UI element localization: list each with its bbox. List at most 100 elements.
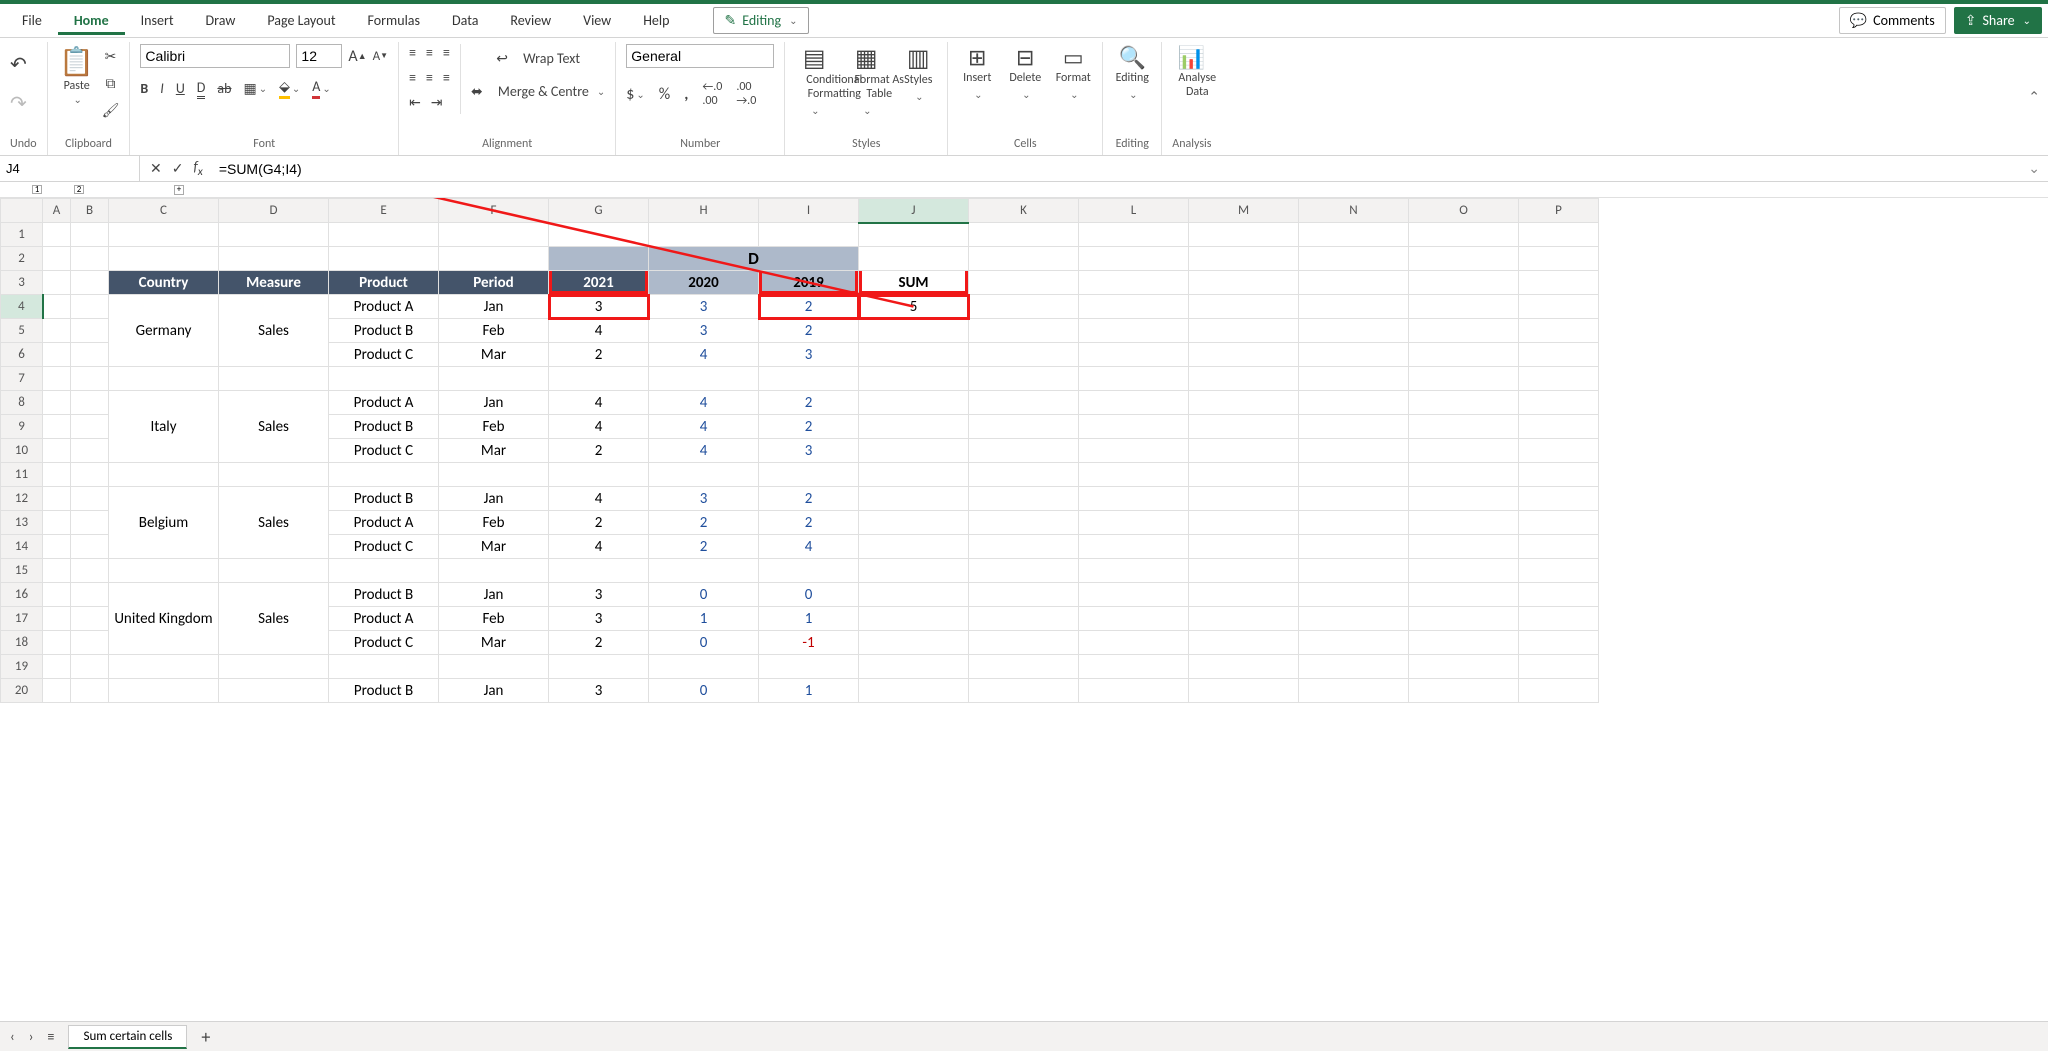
cell[interactable]: [759, 223, 859, 247]
cell[interactable]: [1299, 415, 1409, 439]
cell[interactable]: [1409, 271, 1519, 295]
cell[interactable]: [1079, 655, 1189, 679]
cell[interactable]: 4: [759, 535, 859, 559]
cell[interactable]: [1189, 463, 1299, 487]
paste-button[interactable]: 📋: [59, 44, 94, 79]
table-header[interactable]: 2020: [649, 271, 759, 295]
cell[interactable]: [43, 655, 71, 679]
cell[interactable]: [859, 607, 969, 631]
cell[interactable]: [1189, 535, 1299, 559]
row-header-2[interactable]: 2: [1, 247, 43, 271]
cell[interactable]: 0: [649, 679, 759, 703]
cell[interactable]: 2: [549, 631, 649, 655]
worksheet-grid[interactable]: ABCDEFGHIJKLMNOP12D3CountryMeasureProduc…: [0, 198, 2048, 703]
cell[interactable]: Product B: [329, 583, 439, 607]
cell[interactable]: [859, 319, 969, 343]
cell[interactable]: [43, 343, 71, 367]
tab-view[interactable]: View: [567, 6, 627, 35]
undo-button[interactable]: ↶: [10, 52, 27, 77]
cell[interactable]: [969, 487, 1079, 511]
cell[interactable]: [1519, 223, 1599, 247]
cell[interactable]: 2: [759, 295, 859, 319]
all-sheets-icon[interactable]: ≡: [48, 1028, 55, 1045]
comma-button[interactable]: ,: [684, 85, 688, 104]
cell[interactable]: [1409, 679, 1519, 703]
cell[interactable]: [439, 223, 549, 247]
col-header-K[interactable]: K: [969, 199, 1079, 223]
cell[interactable]: [859, 367, 969, 391]
increase-font-icon[interactable]: A▲: [348, 47, 366, 66]
cell[interactable]: [969, 223, 1079, 247]
copy-button[interactable]: ⧉: [102, 75, 120, 92]
cell[interactable]: [71, 247, 109, 271]
align-top-icon[interactable]: ≡: [409, 44, 416, 61]
cell[interactable]: [1299, 319, 1409, 343]
cell[interactable]: Jan: [439, 295, 549, 319]
cell[interactable]: 2: [759, 391, 859, 415]
cell[interactable]: [1299, 679, 1409, 703]
row-header-3[interactable]: 3: [1, 271, 43, 295]
cell[interactable]: -1: [759, 631, 859, 655]
cell[interactable]: [649, 223, 759, 247]
cell[interactable]: [1409, 511, 1519, 535]
cell[interactable]: [1409, 415, 1519, 439]
tab-file[interactable]: File: [6, 6, 58, 35]
cell[interactable]: [549, 463, 649, 487]
cell[interactable]: 2: [549, 343, 649, 367]
cell[interactable]: [1299, 343, 1409, 367]
cell[interactable]: Jan: [439, 679, 549, 703]
cell[interactable]: [549, 247, 649, 271]
cell[interactable]: Mar: [439, 343, 549, 367]
tab-help[interactable]: Help: [627, 6, 685, 35]
cell[interactable]: [969, 607, 1079, 631]
col-header-P[interactable]: P: [1519, 199, 1599, 223]
row-header-15[interactable]: 15: [1, 559, 43, 583]
row-header-12[interactable]: 12: [1, 487, 43, 511]
cell[interactable]: [71, 271, 109, 295]
next-sheet-icon[interactable]: ›: [29, 1028, 34, 1045]
tab-page-layout[interactable]: Page Layout: [251, 6, 351, 35]
increase-decimal-button[interactable]: ←.0.00: [702, 80, 722, 108]
cell[interactable]: [969, 295, 1079, 319]
cell[interactable]: [1079, 631, 1189, 655]
col-header-F[interactable]: F: [439, 199, 549, 223]
cell[interactable]: [859, 679, 969, 703]
cell[interactable]: Product B: [329, 679, 439, 703]
row-header-9[interactable]: 9: [1, 415, 43, 439]
cell[interactable]: 0: [649, 631, 759, 655]
outline-plus-icon[interactable]: +: [174, 185, 184, 195]
cell[interactable]: [859, 655, 969, 679]
cell[interactable]: 4: [549, 535, 649, 559]
cell[interactable]: [439, 367, 549, 391]
cell[interactable]: [1079, 607, 1189, 631]
row-header-6[interactable]: 6: [1, 343, 43, 367]
cell[interactable]: [1409, 535, 1519, 559]
cell[interactable]: [1079, 487, 1189, 511]
cell[interactable]: [859, 439, 969, 463]
cell[interactable]: [43, 319, 71, 343]
cell[interactable]: [71, 487, 109, 511]
cell[interactable]: Belgium: [109, 487, 219, 559]
cell[interactable]: [1189, 223, 1299, 247]
table-header[interactable]: Country: [109, 271, 219, 295]
cell[interactable]: [1299, 655, 1409, 679]
cell[interactable]: [1299, 535, 1409, 559]
col-header-D[interactable]: D: [219, 199, 329, 223]
chevron-down-icon[interactable]: ⌄: [863, 104, 871, 117]
cell[interactable]: Sales: [219, 391, 329, 463]
row-header-4[interactable]: 4: [1, 295, 43, 319]
row-header-10[interactable]: 10: [1, 439, 43, 463]
cell[interactable]: [1189, 679, 1299, 703]
cell[interactable]: [1189, 583, 1299, 607]
cell[interactable]: Feb: [439, 415, 549, 439]
cell[interactable]: Product A: [329, 607, 439, 631]
cell[interactable]: [43, 391, 71, 415]
cell[interactable]: [649, 463, 759, 487]
cell[interactable]: [1519, 607, 1599, 631]
cell[interactable]: 4: [649, 439, 759, 463]
cell[interactable]: [219, 679, 329, 703]
number-format-select[interactable]: [626, 44, 774, 68]
cell[interactable]: [1079, 559, 1189, 583]
cell[interactable]: [969, 655, 1079, 679]
cell[interactable]: Feb: [439, 511, 549, 535]
